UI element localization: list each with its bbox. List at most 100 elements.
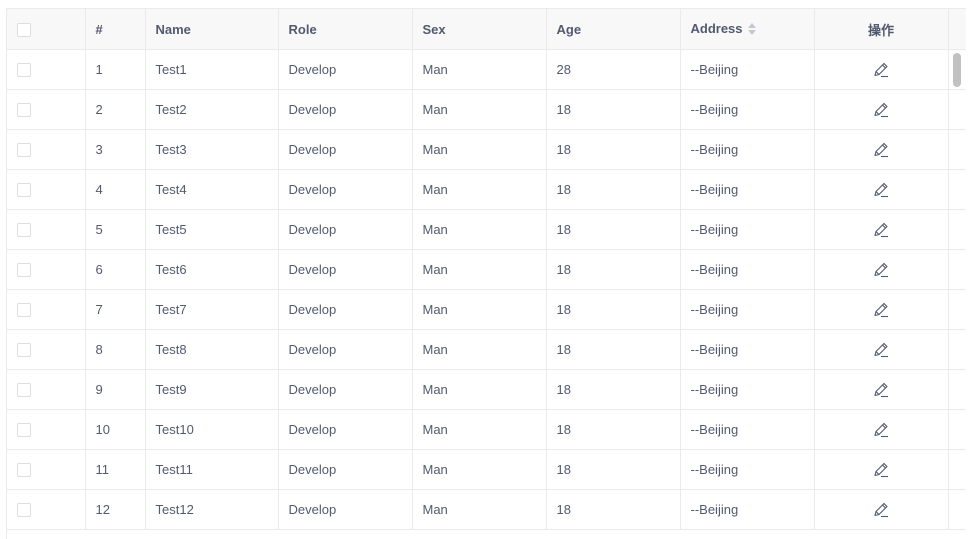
header-index: # xyxy=(85,9,146,50)
row-checkbox-cell xyxy=(7,169,86,210)
row-checkbox[interactable] xyxy=(17,383,31,398)
cell-name: Test3 xyxy=(145,129,279,170)
cell-role: Develop xyxy=(278,329,413,370)
cell-address: --Beijing xyxy=(680,169,815,210)
row-checkbox[interactable] xyxy=(17,463,31,478)
cell-sex: Man xyxy=(412,49,547,90)
edit-pencil-icon[interactable] xyxy=(872,341,890,359)
row-checkbox-cell xyxy=(7,289,86,330)
edit-pencil-icon[interactable] xyxy=(872,381,890,399)
edit-pencil-icon[interactable] xyxy=(872,181,890,199)
row-checkbox-cell xyxy=(7,209,86,250)
row-checkbox[interactable] xyxy=(17,223,31,238)
header-address: Address xyxy=(690,21,743,37)
header-gutter xyxy=(948,9,966,50)
edit-pencil-icon[interactable] xyxy=(872,61,890,79)
table-row: 2 Test2 Develop Man 18 --Beijing xyxy=(7,89,966,130)
cell-address: --Beijing xyxy=(680,129,815,170)
cell-address: --Beijing xyxy=(680,209,815,250)
cell-index: 12 xyxy=(85,489,146,530)
table-row: 10 Test10 Develop Man 18 --Beijing xyxy=(7,409,966,450)
edit-pencil-icon[interactable] xyxy=(872,101,890,119)
header-age: Age xyxy=(546,9,681,50)
row-checkbox[interactable] xyxy=(17,303,31,318)
select-all-checkbox[interactable] xyxy=(17,22,31,37)
cell-role: Develop xyxy=(278,289,413,330)
row-checkbox[interactable] xyxy=(17,343,31,358)
cell-address: --Beijing xyxy=(680,449,815,490)
cell-role: Develop xyxy=(278,209,413,250)
sort-icon[interactable] xyxy=(747,22,757,36)
cell-role: Develop xyxy=(278,169,413,210)
row-checkbox[interactable] xyxy=(17,183,31,198)
row-gutter xyxy=(948,89,966,130)
cell-index: 2 xyxy=(85,89,146,130)
cell-name: Test8 xyxy=(145,329,279,370)
cell-sex: Man xyxy=(412,249,547,290)
cell-sex: Man xyxy=(412,289,547,330)
row-gutter xyxy=(948,209,966,250)
row-checkbox[interactable] xyxy=(17,503,31,518)
vertical-scrollbar[interactable] xyxy=(953,53,961,87)
cell-action xyxy=(814,249,949,290)
cell-role: Develop xyxy=(278,489,413,530)
edit-pencil-icon[interactable] xyxy=(872,221,890,239)
header-address-cell[interactable]: Address xyxy=(680,9,815,50)
cell-age: 18 xyxy=(546,489,681,530)
row-checkbox-cell xyxy=(7,449,86,490)
cell-sex: Man xyxy=(412,89,547,130)
row-checkbox-cell xyxy=(7,409,86,450)
cell-age: 18 xyxy=(546,249,681,290)
edit-pencil-icon[interactable] xyxy=(872,261,890,279)
table-row: 3 Test3 Develop Man 18 --Beijing xyxy=(7,129,966,170)
cell-index: 3 xyxy=(85,129,146,170)
cell-name: Test10 xyxy=(145,409,279,450)
table: # Name Role Sex Age Address 操作 1 Test1 D… xyxy=(7,9,966,530)
cell-address: --Beijing xyxy=(680,329,815,370)
cell-index: 5 xyxy=(85,209,146,250)
row-checkbox[interactable] xyxy=(17,143,31,158)
cell-role: Develop xyxy=(278,129,413,170)
cell-sex: Man xyxy=(412,129,547,170)
cell-index: 9 xyxy=(85,369,146,410)
cell-index: 8 xyxy=(85,329,146,370)
cell-sex: Man xyxy=(412,409,547,450)
edit-pencil-icon[interactable] xyxy=(872,301,890,319)
cell-age: 18 xyxy=(546,129,681,170)
select-all-cell xyxy=(7,9,86,50)
cell-address: --Beijing xyxy=(680,409,815,450)
cell-age: 18 xyxy=(546,89,681,130)
cell-name: Test7 xyxy=(145,289,279,330)
cell-role: Develop xyxy=(278,449,413,490)
cell-action xyxy=(814,449,949,490)
cell-role: Develop xyxy=(278,249,413,290)
table-row: 6 Test6 Develop Man 18 --Beijing xyxy=(7,249,966,290)
cell-age: 18 xyxy=(546,169,681,210)
cell-index: 4 xyxy=(85,169,146,210)
row-gutter xyxy=(948,129,966,170)
cell-action xyxy=(814,289,949,330)
edit-pencil-icon[interactable] xyxy=(872,461,890,479)
cell-index: 7 xyxy=(85,289,146,330)
row-checkbox[interactable] xyxy=(17,63,31,78)
header-role: Role xyxy=(278,9,413,50)
table-body: 1 Test1 Develop Man 28 --Beijing 2 Test2… xyxy=(7,49,966,530)
header-row: # Name Role Sex Age Address 操作 xyxy=(7,9,966,50)
row-checkbox[interactable] xyxy=(17,423,31,438)
row-checkbox-cell xyxy=(7,49,86,90)
row-checkbox[interactable] xyxy=(17,263,31,278)
cell-sex: Man xyxy=(412,369,547,410)
row-checkbox[interactable] xyxy=(17,103,31,118)
row-checkbox-cell xyxy=(7,129,86,170)
row-checkbox-cell xyxy=(7,249,86,290)
cell-role: Develop xyxy=(278,369,413,410)
table-row: 9 Test9 Develop Man 18 --Beijing xyxy=(7,369,966,410)
cell-sex: Man xyxy=(412,489,547,530)
row-gutter xyxy=(948,249,966,290)
edit-pencil-icon[interactable] xyxy=(872,141,890,159)
edit-pencil-icon[interactable] xyxy=(872,501,890,519)
edit-pencil-icon[interactable] xyxy=(872,421,890,439)
row-checkbox-cell xyxy=(7,489,86,530)
cell-index: 10 xyxy=(85,409,146,450)
row-checkbox-cell xyxy=(7,329,86,370)
